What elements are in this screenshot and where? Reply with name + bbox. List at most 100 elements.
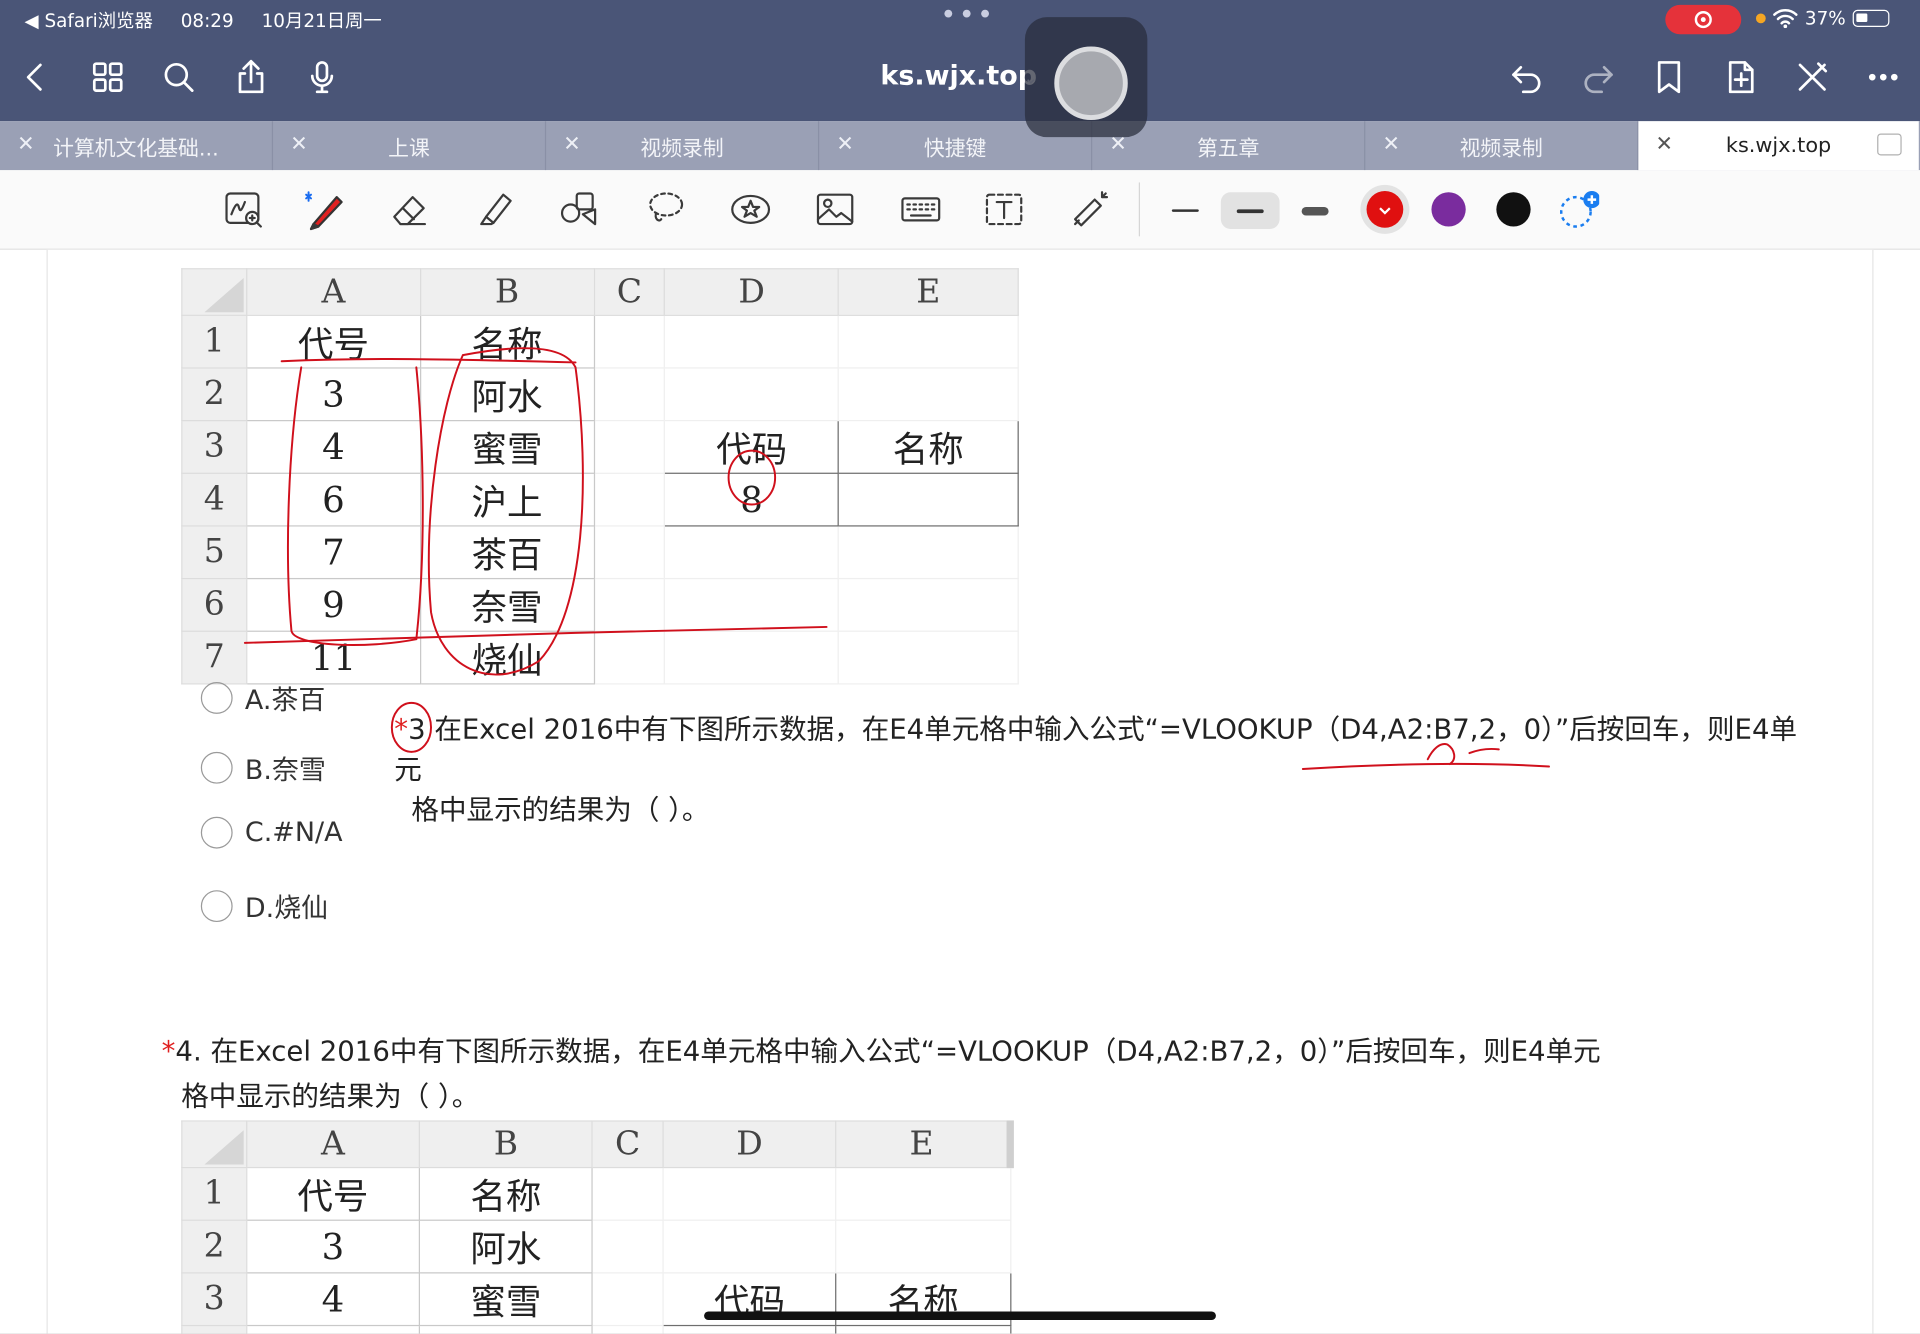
undo-button[interactable]: [1506, 56, 1548, 98]
table-row: 46沪上 9: [181, 1324, 1011, 1334]
table-row: 7 11 烧仙: [181, 630, 1019, 684]
text-box-icon: [985, 193, 1023, 226]
cell-c: [593, 577, 666, 632]
cell-b: 烧仙: [419, 630, 595, 684]
close-tab-icon[interactable]: ✕: [17, 132, 34, 156]
cell-d: 9: [662, 1324, 837, 1334]
cell-c: [593, 524, 666, 579]
column-header-row: A B C D E: [181, 268, 1019, 316]
status-bar: ◀ Safari浏览器 08:29 10月21日周一 ••• 37%: [0, 0, 1920, 39]
page-url-title[interactable]: ks.wjx.top: [880, 61, 1037, 92]
tab-6[interactable]: ✕ 视频录制: [1365, 121, 1639, 171]
cell-e: [837, 577, 1019, 632]
table-row: 5 7 茶百: [181, 524, 1019, 579]
cell-a: 6: [245, 1324, 421, 1334]
close-tab-icon[interactable]: ✕: [1382, 132, 1399, 156]
cell-a: 7: [246, 524, 421, 579]
search-button[interactable]: [158, 56, 200, 98]
more-button[interactable]: [1862, 56, 1904, 98]
close-tab-icon[interactable]: ✕: [836, 132, 853, 156]
add-page-button[interactable]: [1720, 56, 1762, 98]
eraser-tool[interactable]: [386, 185, 435, 234]
microphone-icon: [310, 61, 334, 94]
search-icon: [164, 62, 194, 92]
radio-icon[interactable]: [200, 816, 233, 849]
sticker-tool[interactable]: [726, 185, 775, 234]
option-a[interactable]: A.茶百: [200, 678, 325, 717]
cell-a: 4: [245, 1271, 421, 1326]
cell-e: [837, 366, 1019, 421]
option-label: D.烧仙: [244, 893, 329, 925]
col-header: B: [418, 1120, 593, 1168]
stroke-medium-button[interactable]: [1220, 192, 1280, 229]
pen-tool[interactable]: [301, 185, 350, 234]
radio-icon[interactable]: [200, 682, 233, 714]
assistive-touch-button[interactable]: [1024, 17, 1148, 138]
col-header: C: [593, 268, 666, 316]
col-header: E: [837, 268, 1019, 316]
option-d[interactable]: D.烧仙: [200, 887, 329, 926]
bookmark-button[interactable]: [1648, 56, 1690, 98]
text-tool[interactable]: [980, 185, 1029, 234]
toolbar-divider: [1138, 182, 1141, 237]
color-red-swatch[interactable]: [1366, 191, 1404, 228]
row-number: 2: [181, 1218, 248, 1273]
browser-header: ◀ Safari浏览器 08:29 10月21日周一 ••• 37% ks.wj…: [0, 0, 1920, 122]
shapes-icon: [560, 192, 597, 226]
cell-a: 代号: [246, 314, 421, 368]
option-label: B.奈雪: [244, 755, 326, 787]
cell-c: [593, 630, 666, 684]
keyboard-icon: [901, 197, 941, 222]
close-tab-icon[interactable]: ✕: [290, 132, 307, 156]
radio-icon[interactable]: [200, 751, 233, 784]
close-tab-icon[interactable]: ✕: [1656, 132, 1673, 156]
cell-b: 名称: [419, 314, 595, 368]
option-b[interactable]: B.奈雪: [200, 748, 326, 787]
add-color-icon: [1560, 191, 1601, 228]
add-color-button[interactable]: [1558, 191, 1601, 230]
voice-button[interactable]: [301, 56, 343, 98]
tab-overview-button[interactable]: [87, 56, 129, 98]
tab-3[interactable]: ✕ 视频录制: [546, 121, 820, 171]
table-row: 3 4 蜜雪 代码 名称: [181, 419, 1019, 474]
question-4-line-2: 格中显示的结果为（ ）。: [181, 1081, 480, 1114]
radio-icon[interactable]: [200, 890, 233, 923]
row-number: 3: [181, 419, 248, 474]
keyboard-tool[interactable]: [896, 185, 945, 234]
zoom-canvas-tool[interactable]: [219, 185, 268, 234]
col-header: A: [246, 268, 421, 316]
image-tool[interactable]: [811, 185, 860, 234]
back-button[interactable]: [15, 56, 57, 98]
color-black-swatch[interactable]: [1496, 192, 1531, 227]
laser-pointer-tool[interactable]: [1065, 185, 1114, 234]
close-annotation-button[interactable]: [1791, 56, 1833, 98]
option-c[interactable]: C.#N/A: [200, 816, 343, 849]
close-tab-icon[interactable]: ✕: [563, 132, 580, 156]
tab-label: 第五章: [1196, 136, 1260, 162]
stroke-thin-button[interactable]: [1156, 192, 1215, 229]
cell-a: 3: [246, 366, 421, 421]
pen-icon: [305, 191, 343, 231]
tab-2[interactable]: ✕ 上课: [273, 121, 547, 171]
multitasking-dots-icon[interactable]: •••: [940, 0, 995, 31]
sidebar-icon[interactable]: [1877, 133, 1902, 156]
medium-line-icon: [1236, 208, 1264, 213]
stroke-thick-button[interactable]: [1286, 192, 1345, 229]
shapes-tool[interactable]: [556, 185, 605, 234]
status-time: 08:29: [180, 9, 234, 32]
cell-c: [591, 1324, 664, 1334]
home-indicator[interactable]: [704, 1311, 1216, 1321]
grid-icon: [92, 62, 123, 92]
bookmark-icon: [1657, 61, 1681, 94]
share-button[interactable]: [230, 56, 272, 98]
col-header: E: [835, 1120, 1014, 1168]
highlighter-tool[interactable]: [471, 185, 520, 234]
screen-recording-indicator[interactable]: [1665, 4, 1742, 35]
color-purple-swatch[interactable]: [1431, 192, 1466, 227]
col-header: B: [419, 268, 595, 316]
lasso-tool[interactable]: [642, 185, 691, 234]
back-to-app-link[interactable]: ◀ Safari浏览器: [24, 10, 152, 32]
redo-button[interactable]: [1577, 56, 1619, 98]
tab-1[interactable]: ✕ 计算机文化基础...: [0, 121, 274, 171]
tab-active[interactable]: ✕ ks.wjx.top: [1638, 121, 1919, 171]
